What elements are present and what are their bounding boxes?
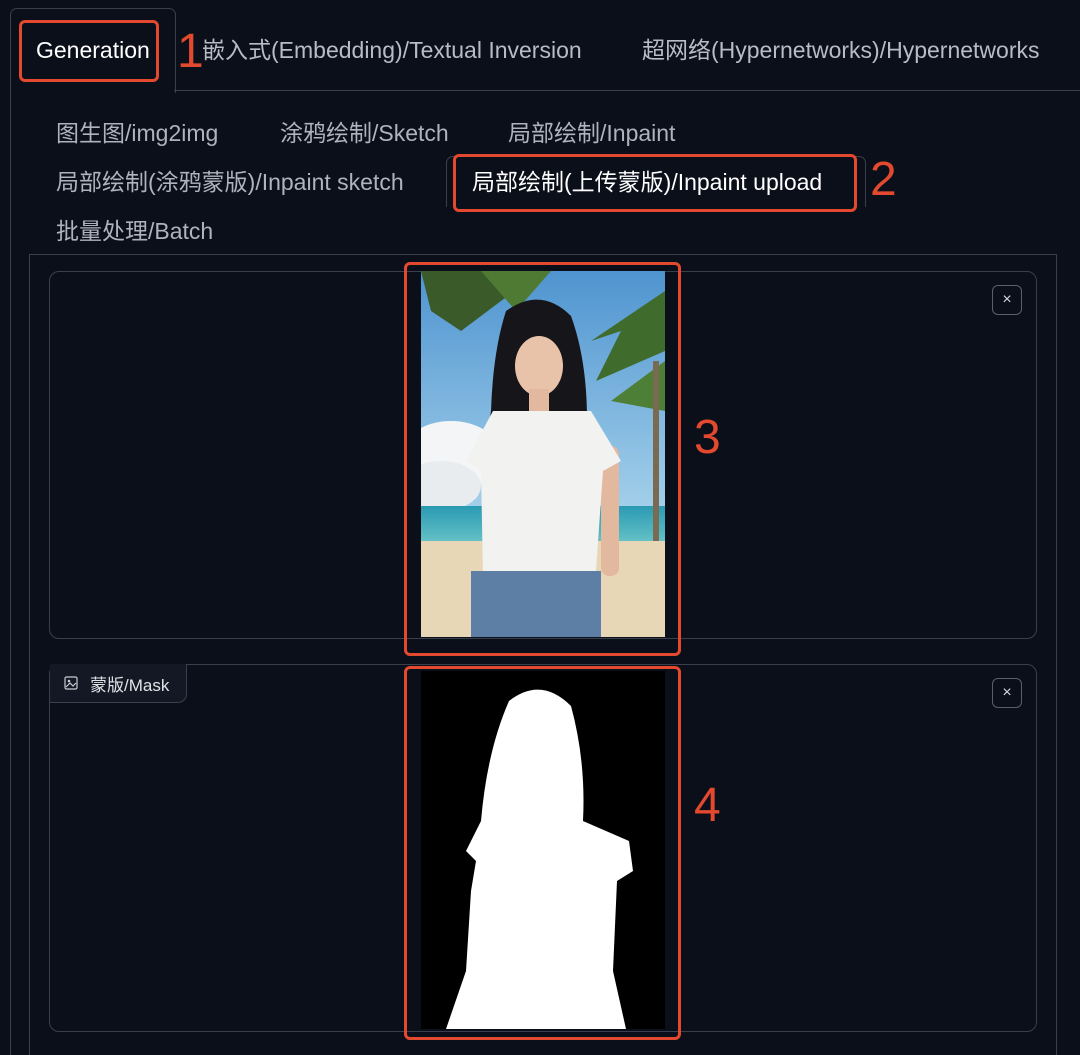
annotation-label-4: 4 — [694, 779, 721, 832]
subtab-inpaint[interactable]: 局部绘制/Inpaint — [508, 115, 675, 151]
close-mask-icon[interactable]: × — [992, 678, 1022, 708]
mask-label: 蒙版/Mask — [50, 664, 187, 703]
subtab-sketch[interactable]: 涂鸦绘制/Sketch — [280, 115, 449, 151]
subtab-img2img[interactable]: 图生图/img2img — [56, 115, 218, 151]
subtab-inpaint-sketch[interactable]: 局部绘制(涂鸦蒙版)/Inpaint sketch — [56, 164, 404, 200]
annotation-label-2: 2 — [870, 153, 897, 206]
annotation-label-3: 3 — [694, 411, 721, 464]
annotation-box-4 — [404, 666, 681, 1040]
close-source-icon[interactable]: × — [992, 285, 1022, 315]
subtab-batch[interactable]: 批量处理/Batch — [56, 213, 213, 249]
tab-hypernetworks[interactable]: 超网络(Hypernetworks)/Hypernetworks — [642, 30, 1039, 70]
annotation-box-3 — [404, 262, 681, 656]
tab-textual-inversion[interactable]: 嵌入式(Embedding)/Textual Inversion — [202, 30, 582, 70]
annotation-box-1 — [19, 20, 159, 82]
image-icon — [64, 676, 78, 690]
tab-bar-divider — [174, 90, 1080, 91]
annotation-label-1: 1 — [177, 25, 204, 78]
annotation-box-2 — [453, 154, 857, 212]
mask-label-text: 蒙版/Mask — [90, 675, 170, 695]
panel-left-border — [10, 92, 11, 1055]
